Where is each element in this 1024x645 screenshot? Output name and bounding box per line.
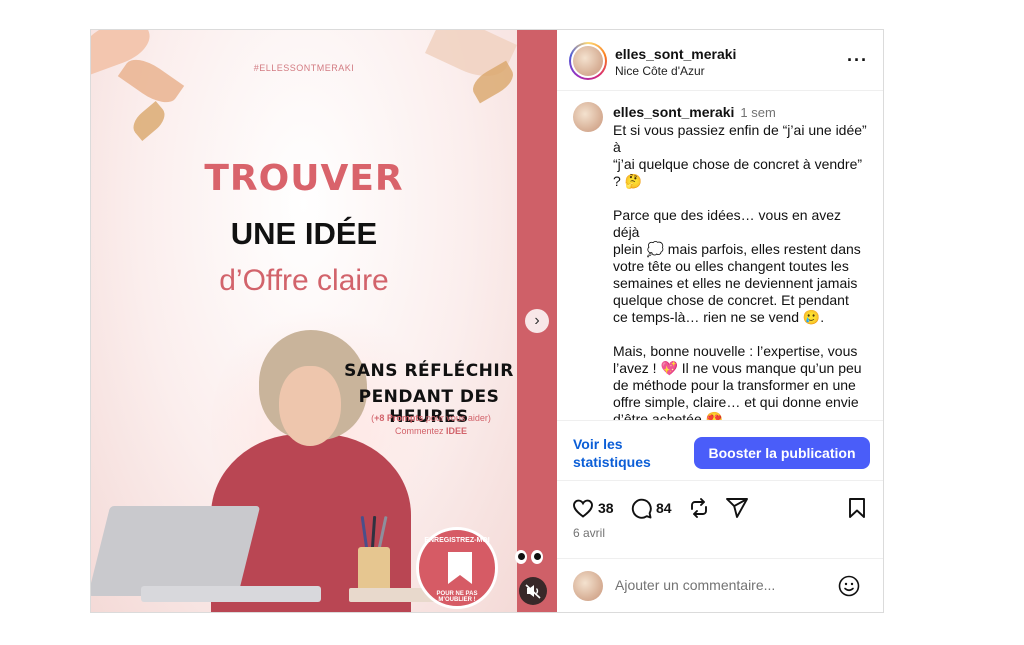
caption-line: votre tête ou elles changent toutes les — [613, 258, 849, 274]
comment-keyword: IDEE — [446, 426, 468, 436]
comment-icon[interactable] — [629, 496, 653, 520]
bookmark-icon[interactable] — [845, 496, 869, 520]
headline-trouver: TROUVER — [204, 158, 404, 199]
hashtag-text: #ELLESSONTMERAKI — [253, 63, 355, 73]
prompts-note-bold: +8 Prompts — [374, 413, 424, 423]
more-icon: ··· — [847, 50, 868, 70]
story-ring[interactable] — [569, 42, 607, 80]
caption-avatar[interactable] — [573, 102, 603, 132]
post-sidebar: elles_sont_meraki Nice Côte d'Azur ··· e… — [557, 30, 883, 612]
decor-leaf — [128, 101, 170, 141]
laptop-base — [141, 586, 321, 602]
decor-leaf — [117, 51, 185, 111]
caption-line: plein 💭 mais parfois, elles restent dans — [613, 241, 861, 257]
caption-paragraph: Mais, bonne nouvelle : l’expertise, vous… — [613, 343, 871, 420]
view-insights-link[interactable]: Voir les statistiques — [573, 435, 673, 471]
caption-line: d’être achetée 😍 — [613, 411, 724, 420]
headline-une-idee: UNE IDÉE — [230, 216, 378, 251]
action-bar: 38 84 — [557, 490, 883, 530]
caption-line: ? 🤔 — [613, 173, 643, 189]
caption-line: à — [613, 139, 621, 155]
badge-text-top: ENREGISTREZ-MOI — [424, 537, 490, 544]
comment-prefix: Commentez — [394, 426, 446, 436]
comment-bar — [557, 558, 883, 612]
caption-line: Et si vous passiez enfin de “j’ai une id… — [613, 122, 867, 138]
post-card: #ELLESSONTMERAKI TROUVER UNE IDÉE d’Offr… — [90, 29, 884, 613]
insights-bar: Voir les statistiques Booster la publica… — [557, 420, 883, 481]
caption-line: l’avez ! 💖 Il ne vous manque qu’un peu — [613, 360, 862, 376]
badge-text-bottom: POUR NE PAS M’OUBLIER ! — [436, 591, 478, 603]
caption-area[interactable]: elles_sont_meraki 1 sem Et si vous passie… — [557, 92, 883, 420]
caption-header: elles_sont_meraki 1 sem — [613, 104, 776, 120]
caption-line: quelque chose de concret. Et pendant — [613, 292, 849, 308]
more-options-button[interactable]: ··· — [847, 50, 868, 71]
caption-line: Mais, bonne nouvelle : l’expertise, vous — [613, 343, 858, 359]
caption-line: de méthode pour la transformer en une — [613, 377, 856, 393]
caption-line: offre simple, claire… et qui donne envie — [613, 394, 859, 410]
bookmark-badge-icon — [448, 552, 472, 584]
caption-paragraph: Et si vous passiez enfin de “j’ai une id… — [613, 122, 871, 190]
repost-icon[interactable] — [687, 496, 711, 520]
caption-line: semaines et elles ne deviennent jamais — [613, 275, 858, 291]
carousel-next-button[interactable]: › — [525, 309, 549, 333]
heart-icon[interactable] — [571, 496, 595, 520]
boost-post-button[interactable]: Booster la publication — [694, 437, 870, 469]
caption-username[interactable]: elles_sont_meraki — [613, 104, 734, 120]
laptop-illustration — [91, 506, 261, 596]
likes-count[interactable]: 38 — [598, 500, 614, 516]
post-date[interactable]: 6 avril — [573, 526, 605, 540]
pencil-cup — [358, 547, 390, 591]
comments-count[interactable]: 84 — [656, 500, 672, 516]
caption-time: 1 sem — [740, 105, 776, 120]
emoji-icon[interactable] — [837, 574, 861, 598]
prompts-note: (+8 Prompts pour vous aider) — [351, 413, 511, 423]
caption-line: Parce que des idées… vous en avez déjà — [613, 207, 842, 240]
avatar — [573, 46, 603, 76]
save-me-badge: ENREGISTREZ-MOI POUR NE PAS M’OUBLIER ! — [416, 527, 498, 609]
post-header: elles_sont_meraki Nice Côte d'Azur ··· — [557, 30, 883, 91]
comment-keyword-note: Commentez IDEE — [351, 426, 511, 436]
comment-input[interactable] — [615, 577, 815, 593]
carousel-slide: #ELLESSONTMERAKI TROUVER UNE IDÉE d’Offr… — [91, 30, 519, 612]
eye-emoji-icon — [515, 550, 527, 564]
caption-paragraph: Parce que des idées… vous en avez déjà p… — [613, 207, 871, 326]
mute-button[interactable] — [519, 577, 547, 605]
eye-emoji-icon — [531, 550, 543, 564]
story-ring-inner — [571, 44, 605, 78]
subtitle-sans-reflechir: SANS RÉFLÉCHIR — [344, 361, 514, 381]
share-icon[interactable] — [725, 496, 749, 520]
speaker-muted-icon — [525, 584, 541, 599]
commenter-avatar — [573, 571, 603, 601]
post-media[interactable]: #ELLESSONTMERAKI TROUVER UNE IDÉE d’Offr… — [91, 30, 557, 612]
headline-offre-claire: d’Offre claire — [219, 264, 389, 297]
prompts-note-rest: pour vous aider) — [423, 413, 491, 423]
chevron-right-icon: › — [534, 312, 540, 329]
caption-text: Et si vous passiez enfin de “j’ai une id… — [613, 122, 871, 420]
header-location[interactable]: Nice Côte d'Azur — [615, 64, 705, 78]
caption-line: ce temps-là… rien ne se vend 🥲. — [613, 309, 825, 325]
header-username[interactable]: elles_sont_meraki — [615, 46, 736, 62]
caption-line: “j’ai quelque chose de concret à vendre” — [613, 156, 863, 172]
